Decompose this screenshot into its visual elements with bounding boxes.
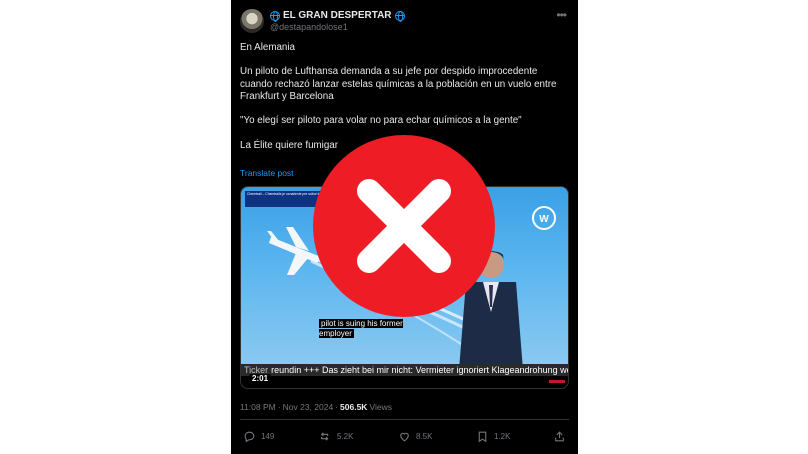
repost-count: 5.2K xyxy=(337,431,354,441)
post-time[interactable]: 11:08 PM xyxy=(240,402,276,412)
meta-separator: · xyxy=(277,402,281,412)
author-name-row[interactable]: EL GRAN DESPERTAR xyxy=(270,9,405,22)
video-duration: 2:01 xyxy=(249,374,272,383)
channel-logo-icon: W xyxy=(532,206,556,230)
globe-icon xyxy=(270,10,280,22)
red-progress-mark xyxy=(549,380,565,383)
post-date[interactable]: Nov 23, 2024 xyxy=(283,402,334,412)
share-button[interactable] xyxy=(553,428,566,444)
reply-count: 149 xyxy=(261,431,275,441)
more-options-icon[interactable]: ••• xyxy=(556,8,567,22)
author-handle[interactable]: @destapandolose1 xyxy=(270,22,348,32)
reply-button[interactable]: 149 xyxy=(243,428,274,444)
like-count: 8.5K xyxy=(416,431,433,441)
bookmark-count: 1.2K xyxy=(494,431,511,441)
views-count: 506.5K xyxy=(340,402,368,412)
meta-separator: · xyxy=(335,402,339,412)
post-paragraph: "Yo elegí ser piloto para volar no para … xyxy=(240,115,522,127)
views-label: Views xyxy=(369,402,392,412)
repost-icon xyxy=(320,431,329,441)
heart-icon xyxy=(400,432,409,441)
author-display-name[interactable]: EL GRAN DESPERTAR xyxy=(283,10,392,21)
post-paragraph: Un piloto de Lufthansa demanda a su jefe… xyxy=(240,66,557,102)
action-bar: 149 5.2K 8.5K 1.2K xyxy=(240,428,569,444)
repost-button[interactable]: 5.2K xyxy=(319,428,353,444)
bookmark-icon xyxy=(478,431,487,442)
red-x-icon xyxy=(313,135,495,317)
like-button[interactable]: 8.5K xyxy=(398,428,432,444)
reply-icon xyxy=(244,431,255,442)
svg-text:W: W xyxy=(539,214,549,225)
avatar[interactable] xyxy=(240,9,264,33)
news-ticker: Ticker reundin +++ Das zieht bei mir nich… xyxy=(241,364,569,376)
post-meta: 11:08 PM · Nov 23, 2024 · 506.5K Views xyxy=(240,402,392,412)
bookmark-button[interactable]: 1.2K xyxy=(476,428,510,444)
divider xyxy=(240,419,569,420)
globe-icon xyxy=(394,10,405,22)
ticker-text: reundin +++ Das zieht bei mir nicht: Ver… xyxy=(271,365,569,375)
post-paragraph: En Alemania xyxy=(240,42,296,53)
share-icon xyxy=(555,430,564,441)
video-captions: pilot is suing his former employer xyxy=(319,319,403,338)
translate-post-link[interactable]: Translate post xyxy=(240,168,294,178)
